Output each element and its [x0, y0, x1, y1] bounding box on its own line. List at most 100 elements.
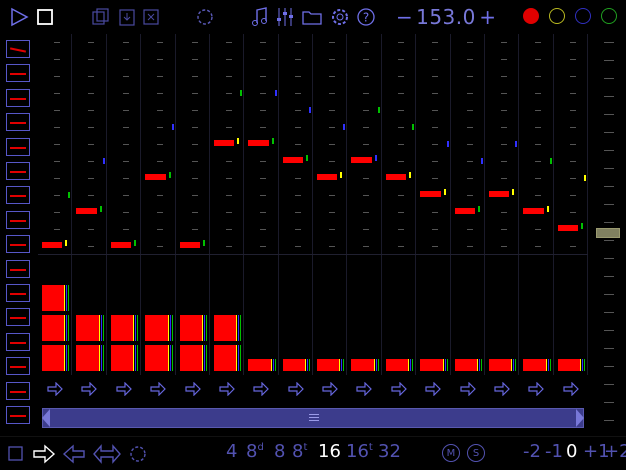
color-blue-button[interactable]	[575, 8, 591, 24]
octave-plus-2[interactable]: +2	[604, 443, 626, 461]
vertical-scale-slider[interactable]	[596, 34, 622, 434]
track-button[interactable]	[6, 259, 30, 278]
note-block[interactable]	[282, 157, 303, 163]
octave-minus-1[interactable]: -1	[545, 443, 563, 461]
note-block[interactable]	[523, 208, 544, 214]
track-button[interactable]	[6, 235, 30, 254]
step-direction-button[interactable]	[485, 378, 519, 400]
step-direction-button[interactable]	[176, 378, 210, 400]
step-direction-button[interactable]	[279, 378, 313, 400]
division-32[interactable]: 32	[378, 443, 401, 461]
instrument-button[interactable]	[250, 4, 270, 30]
velocity-area[interactable]	[38, 254, 588, 375]
velocity-bar[interactable]	[385, 359, 409, 371]
help-button[interactable]: ?	[355, 4, 377, 30]
step-direction-button[interactable]	[451, 378, 485, 400]
random-direction-button[interactable]	[128, 444, 148, 468]
solo-button[interactable]: S	[467, 444, 485, 462]
velocity-bar[interactable]	[454, 359, 477, 371]
note-block[interactable]	[454, 208, 475, 214]
velocity-bar[interactable]	[248, 359, 271, 371]
velocity-bar[interactable]	[145, 345, 168, 371]
note-block[interactable]	[488, 191, 510, 197]
track-button[interactable]	[6, 137, 30, 156]
scroll-right-icon[interactable]	[576, 409, 584, 427]
note-block[interactable]	[76, 208, 97, 214]
note-block[interactable]	[110, 242, 132, 248]
division-8-dotted[interactable]: 8d	[246, 443, 264, 461]
track-button[interactable]	[6, 113, 30, 132]
division-16-triplet[interactable]: 16t	[346, 443, 373, 461]
note-block[interactable]	[385, 174, 407, 180]
velocity-bar[interactable]	[42, 285, 65, 311]
record-red-button[interactable]	[523, 8, 539, 24]
velocity-bar[interactable]	[557, 359, 580, 371]
velocity-bar[interactable]	[179, 315, 202, 341]
note-block[interactable]	[317, 174, 338, 180]
folder-button[interactable]	[301, 4, 323, 30]
paste-button[interactable]	[117, 4, 137, 30]
step-direction-button[interactable]	[347, 378, 381, 400]
track-button[interactable]	[6, 88, 30, 107]
play-button[interactable]	[8, 4, 30, 30]
note-block[interactable]	[42, 242, 63, 248]
backward-button[interactable]	[62, 444, 86, 468]
velocity-bar[interactable]	[317, 359, 340, 371]
step-direction-button[interactable]	[519, 378, 553, 400]
velocity-bar[interactable]	[110, 345, 134, 371]
note-block[interactable]	[420, 191, 441, 197]
track-button[interactable]	[6, 64, 30, 83]
step-direction-button[interactable]	[72, 378, 106, 400]
step-direction-button[interactable]	[382, 378, 416, 400]
velocity-bar[interactable]	[42, 345, 65, 371]
step-direction-button[interactable]	[313, 378, 347, 400]
track-button[interactable]	[6, 406, 30, 424]
scroll-grip-icon[interactable]	[309, 414, 319, 422]
track-button[interactable]	[6, 308, 30, 327]
velocity-bar[interactable]	[76, 345, 99, 371]
track-button[interactable]	[6, 40, 30, 58]
velocity-bar[interactable]	[76, 315, 99, 341]
velocity-bar[interactable]	[145, 315, 168, 341]
velocity-bar[interactable]	[110, 315, 134, 341]
note-block[interactable]	[351, 157, 372, 163]
velocity-bar[interactable]	[523, 359, 546, 371]
scroll-left-icon[interactable]	[42, 409, 50, 427]
octave-0[interactable]: 0	[566, 443, 577, 461]
stop-button[interactable]	[36, 4, 54, 30]
step-direction-button[interactable]	[38, 378, 72, 400]
copy-button[interactable]	[91, 4, 111, 30]
note-grid[interactable]	[38, 34, 588, 254]
settings-button[interactable]	[329, 4, 351, 30]
velocity-bar[interactable]	[179, 345, 202, 371]
velocity-bar[interactable]	[420, 359, 443, 371]
division-16[interactable]: 16	[318, 443, 341, 461]
bpm-minus-button[interactable]: −	[396, 5, 413, 29]
division-8[interactable]: 8	[274, 443, 285, 461]
velocity-bar[interactable]	[351, 359, 374, 371]
track-button[interactable]	[6, 162, 30, 180]
step-direction-button[interactable]	[210, 378, 244, 400]
mixer-button[interactable]	[274, 4, 296, 30]
step-direction-button[interactable]	[244, 378, 278, 400]
track-button[interactable]	[6, 332, 30, 351]
track-button[interactable]	[6, 381, 30, 400]
velocity-bar[interactable]	[42, 315, 65, 341]
clear-button[interactable]	[141, 4, 161, 30]
note-block[interactable]	[557, 225, 578, 231]
bpm-value[interactable]: 153.0	[416, 5, 476, 29]
velocity-bar[interactable]	[488, 359, 512, 371]
velocity-bar[interactable]	[213, 315, 237, 341]
step-direction-button[interactable]	[554, 378, 588, 400]
division-8-triplet[interactable]: 8t	[292, 443, 307, 461]
color-yellow-button[interactable]	[549, 8, 565, 24]
note-block[interactable]	[248, 140, 269, 146]
mute-button[interactable]: M	[442, 444, 460, 462]
bpm-plus-button[interactable]: +	[479, 5, 496, 29]
division-4[interactable]: 4	[226, 443, 237, 461]
track-button[interactable]	[6, 186, 30, 205]
slider-handle[interactable]	[596, 228, 620, 238]
color-green-button[interactable]	[601, 8, 617, 24]
velocity-bar[interactable]	[282, 359, 305, 371]
pingpong-button[interactable]	[92, 444, 122, 468]
